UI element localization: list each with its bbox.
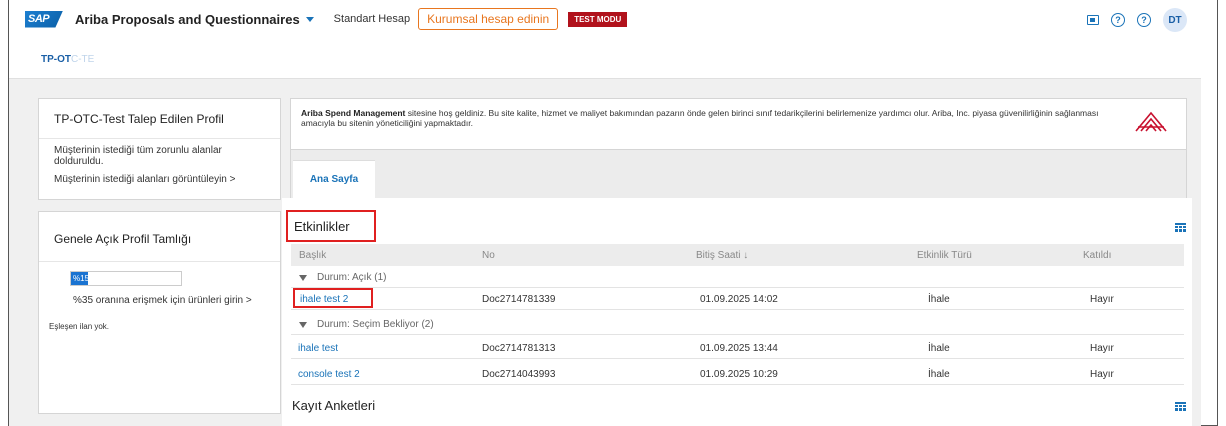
app-title: Ariba Proposals and Questionnaires xyxy=(75,11,300,27)
registration-surveys-title: Kayıt Anketleri xyxy=(292,398,376,413)
group-open[interactable]: Durum: Açık (1) xyxy=(291,268,1184,288)
collapse-triangle-icon xyxy=(299,274,307,281)
profile-status-text: Müşterinin istediği tüm zorunlu alanlar … xyxy=(54,145,222,167)
table-options-icon[interactable] xyxy=(1175,223,1186,232)
event-joined: Hayır xyxy=(1090,294,1114,305)
upgrade-account-button[interactable]: Kurumsal hesap edinin xyxy=(418,8,559,30)
table-options-icon[interactable] xyxy=(1175,402,1186,411)
column-end-time[interactable]: Bitiş Saati ↓ xyxy=(696,250,748,261)
breadcrumb-main: TP-OT xyxy=(41,54,71,65)
table-row: console test 2 Doc2714043993 01.09.2025 … xyxy=(291,363,1184,385)
column-title[interactable]: Başlık xyxy=(299,250,326,261)
ariba-logo-icon xyxy=(1135,111,1167,132)
group-label: Durum: Seçim Bekliyor (2) xyxy=(317,319,434,330)
avatar[interactable]: DT xyxy=(1163,8,1187,32)
public-profile-card: Genele Açık Profil Tamlığı %15 %35 oranı… xyxy=(38,211,281,414)
enter-products-link[interactable]: %35 oranına erişmek için ürünleri girin … xyxy=(73,295,252,306)
event-end-time: 01.09.2025 14:02 xyxy=(700,294,778,305)
events-panel: Etkinlikler Başlık No Bitiş Saati ↓ Etki… xyxy=(282,198,1192,426)
welcome-text: Ariba Spend Management sitesine hoş geld… xyxy=(301,108,1101,128)
welcome-body: sitesine hoş geldiniz. Bu site kalite, h… xyxy=(301,108,1099,128)
breadcrumb-faded: C-TE xyxy=(71,54,95,65)
chat-icon[interactable] xyxy=(1087,15,1099,25)
column-joined[interactable]: Katıldı xyxy=(1083,250,1111,261)
event-type: İhale xyxy=(928,343,950,354)
events-table-header: Başlık No Bitiş Saati ↓ Etkinlik Türü Ka… xyxy=(291,244,1184,266)
tab-home[interactable]: Ana Sayfa xyxy=(293,160,375,198)
event-number: Doc2714043993 xyxy=(482,369,556,380)
group-awaiting-selection[interactable]: Durum: Seçim Bekliyor (2) xyxy=(291,315,1184,335)
events-title: Etkinlikler xyxy=(286,210,376,242)
chevron-down-icon xyxy=(305,16,314,22)
column-number[interactable]: No xyxy=(482,250,495,261)
breadcrumb[interactable]: TP-OTC-TE xyxy=(41,54,94,65)
tab-bar: Ana Sayfa xyxy=(290,150,1187,198)
collapse-triangle-icon xyxy=(299,321,307,328)
event-end-time: 01.09.2025 10:29 xyxy=(700,369,778,380)
help-icon[interactable]: ? xyxy=(1111,13,1125,27)
event-number: Doc2714781339 xyxy=(482,294,556,305)
view-required-fields-link[interactable]: Müşterinin istediği alanları görüntüleyi… xyxy=(39,167,280,185)
event-title-link[interactable]: console test 2 xyxy=(298,369,360,380)
progress-fill: %15 xyxy=(71,272,90,285)
no-matching-postings: Eşleşen ilan yok. xyxy=(49,322,110,331)
test-mode-badge: TEST MODU xyxy=(568,11,628,27)
top-bar: SAP Ariba Proposals and Questionnaires S… xyxy=(9,0,1217,38)
welcome-brand: Ariba Spend Management xyxy=(301,108,406,118)
sap-logo: SAP xyxy=(25,10,63,28)
event-end-time: 01.09.2025 13:44 xyxy=(700,343,778,354)
requested-profile-title: TP-OTC-Test Talep Edilen Profil xyxy=(39,99,280,139)
app-switcher[interactable]: Ariba Proposals and Questionnaires xyxy=(75,12,314,27)
table-row: ihale test Doc2714781313 01.09.2025 13:4… xyxy=(291,337,1184,359)
event-title-link[interactable]: ihale test xyxy=(298,343,338,354)
event-type: İhale xyxy=(928,294,950,305)
event-joined: Hayır xyxy=(1090,369,1114,380)
highlight-box xyxy=(293,288,373,308)
column-event-type[interactable]: Etkinlik Türü xyxy=(917,250,972,261)
event-joined: Hayır xyxy=(1090,343,1114,354)
event-number: Doc2714781313 xyxy=(482,343,556,354)
table-row: ihale test 2 Doc2714781339 01.09.2025 14… xyxy=(291,288,1184,310)
help-icon[interactable]: ? xyxy=(1137,13,1151,27)
group-label: Durum: Açık (1) xyxy=(317,272,387,283)
requested-profile-card: TP-OTC-Test Talep Edilen Profil Müşterin… xyxy=(38,98,281,200)
welcome-banner: Ariba Spend Management sitesine hoş geld… xyxy=(290,98,1187,150)
top-icons: ? ? DT xyxy=(1087,8,1187,32)
public-profile-title: Genele Açık Profil Tamlığı xyxy=(39,212,280,262)
event-type: İhale xyxy=(928,369,950,380)
profile-progress-bar: %15 xyxy=(70,271,182,286)
account-type-label: Standart Hesap xyxy=(333,13,411,25)
